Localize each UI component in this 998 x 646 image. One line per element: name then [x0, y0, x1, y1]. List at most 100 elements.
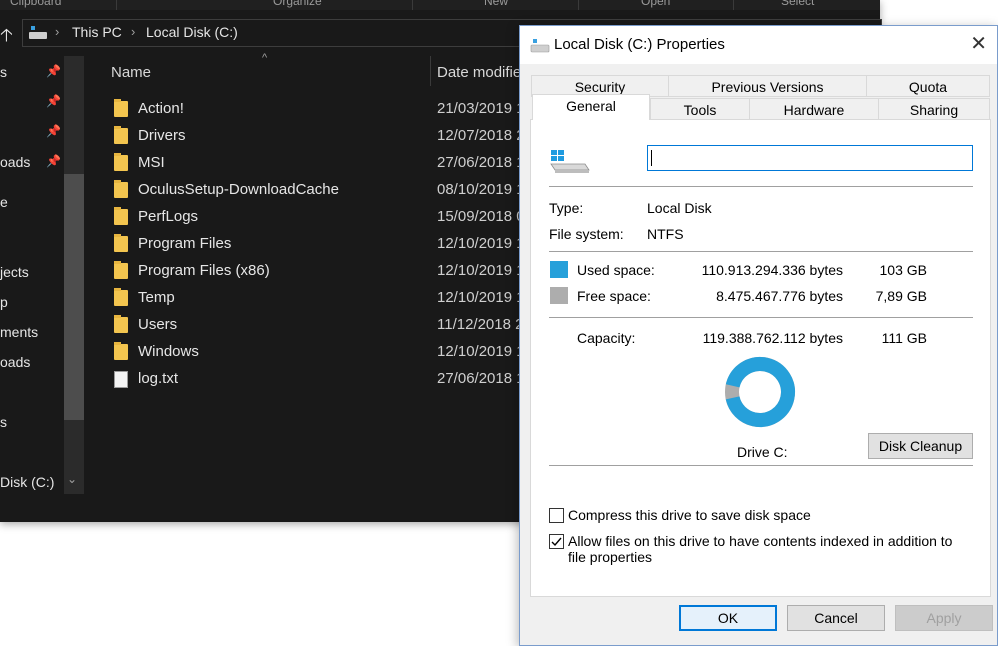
pin-icon[interactable]: 📌	[46, 124, 61, 138]
sort-ascending-caret-icon: ^	[262, 52, 268, 64]
type-value: Local Disk	[647, 200, 712, 216]
divider	[549, 317, 973, 318]
nav-item-local-disk[interactable]: Disk (C:)	[0, 474, 54, 490]
column-divider[interactable]	[430, 56, 431, 86]
ribbon-group-labels: Clipboard Organize New Open Select	[0, 0, 880, 10]
file-date-modified: 11/12/2018 2	[437, 316, 524, 333]
used-space-swatch	[550, 261, 568, 278]
pin-icon[interactable]: 📌	[46, 64, 61, 78]
ribbon-group-organize: Organize	[273, 0, 322, 8]
drive-name-input[interactable]	[647, 145, 973, 171]
nav-item[interactable]: p	[0, 294, 8, 310]
column-header-date[interactable]: Date modified	[437, 64, 530, 81]
breadcrumb-this-pc[interactable]: This PC	[72, 24, 122, 40]
file-name: Users	[138, 316, 178, 333]
apply-button[interactable]: Apply	[895, 605, 993, 631]
properties-dialog: Local Disk (C:) Properties ✕ Security Pr…	[519, 25, 998, 646]
folder-icon	[114, 288, 128, 306]
file-name: Windows	[138, 343, 199, 360]
nav-item[interactable]: s	[0, 64, 7, 80]
dialog-title-bar[interactable]: Local Disk (C:) Properties ✕	[520, 26, 997, 64]
nav-item[interactable]: ments	[0, 324, 38, 340]
nav-item[interactable]: oads	[0, 354, 30, 370]
breadcrumb-chevron-icon: ›	[55, 24, 60, 39]
file-row[interactable]: Program Files 12/10/2019 1	[86, 231, 525, 258]
tab-hardware[interactable]: Hardware	[749, 98, 879, 120]
free-space-label: Free space:	[577, 288, 651, 304]
tab-general[interactable]: General	[532, 94, 650, 120]
file-date-modified: 27/06/2018 1	[437, 154, 525, 171]
nav-item[interactable]: e	[0, 194, 8, 210]
tab-sharing[interactable]: Sharing	[878, 98, 990, 120]
type-label: Type:	[549, 200, 584, 216]
file-row[interactable]: log.txt 27/06/2018 1	[86, 366, 525, 393]
nav-item[interactable]: jects	[0, 264, 29, 280]
pin-icon[interactable]: 📌	[46, 154, 61, 168]
file-row[interactable]: Drivers 12/07/2018 2	[86, 123, 525, 150]
folder-icon	[114, 315, 128, 333]
ok-button[interactable]: OK	[679, 605, 777, 631]
column-header-name[interactable]: Name	[111, 64, 151, 81]
folder-icon	[114, 207, 128, 225]
tab-quota[interactable]: Quota	[866, 75, 990, 97]
free-space-swatch	[550, 287, 568, 304]
file-date-modified: 27/06/2018 1	[437, 370, 525, 387]
folder-icon	[114, 180, 128, 198]
pin-icon[interactable]: 📌	[46, 94, 61, 108]
file-date-modified: 21/03/2019 1	[437, 100, 525, 117]
nav-item[interactable]: s	[0, 414, 7, 430]
file-name: PerfLogs	[138, 208, 199, 225]
folder-icon	[114, 153, 128, 171]
file-date-modified: 12/10/2019 1	[437, 289, 525, 306]
file-name: Temp	[138, 289, 175, 306]
drive-icon	[530, 39, 550, 53]
folder-icon	[114, 234, 128, 252]
breadcrumb-local-disk[interactable]: Local Disk (C:)	[146, 24, 238, 40]
file-row[interactable]: Program Files (x86) 12/10/2019 1	[86, 258, 525, 285]
drive-large-icon	[550, 150, 590, 173]
tab-previous-versions[interactable]: Previous Versions	[668, 75, 867, 97]
file-row[interactable]: PerfLogs 15/09/2018 0	[86, 204, 525, 231]
file-date-modified: 12/10/2019 1	[437, 235, 525, 252]
capacity-gb: 111 GB	[881, 330, 927, 346]
tab-tools[interactable]: Tools	[650, 98, 750, 120]
file-row[interactable]: MSI 27/06/2018 1	[86, 150, 525, 177]
file-date-modified: 12/10/2019 1	[437, 262, 525, 279]
file-system-label: File system:	[549, 226, 624, 242]
index-files-checkbox[interactable]	[549, 534, 564, 549]
ribbon-group-new: New	[484, 0, 509, 8]
cancel-button[interactable]: Cancel	[787, 605, 885, 631]
general-tab-panel: Type: Local Disk File system: NTFS Used …	[530, 119, 991, 597]
capacity-label: Capacity:	[577, 330, 636, 346]
file-row[interactable]: OculusSetup-DownloadCache 08/10/2019 1	[86, 177, 525, 204]
file-date-modified: 08/10/2019 1	[437, 181, 525, 198]
folder-icon	[114, 261, 128, 279]
folder-icon	[114, 126, 128, 144]
file-name: log.txt	[138, 370, 179, 387]
file-system-value: NTFS	[647, 226, 684, 242]
text-file-icon	[114, 371, 128, 388]
ribbon-group-select: Select	[781, 0, 815, 8]
up-arrow-icon[interactable]: 🡡	[0, 23, 13, 53]
compress-drive-label[interactable]: Compress this drive to save disk space	[568, 507, 811, 523]
disk-cleanup-button[interactable]: Disk Cleanup	[868, 433, 973, 459]
index-files-label[interactable]: Allow files on this drive to have conten…	[568, 533, 968, 565]
file-name: OculusSetup-DownloadCache	[138, 181, 339, 198]
breadcrumb-chevron-icon: ›	[131, 24, 136, 39]
divider	[549, 251, 973, 252]
file-row[interactable]: Windows 12/10/2019 1	[86, 339, 525, 366]
folder-icon	[114, 99, 128, 117]
compress-drive-checkbox[interactable]	[549, 508, 564, 523]
divider	[549, 186, 973, 187]
file-list: ^ Name Date modified Action! 21/03/2019 1…	[86, 52, 530, 492]
navigation-pane: s 📌 📌 📌 oads 📌 e jects p ments oads s Di…	[0, 56, 86, 496]
checkmark-icon	[551, 537, 562, 547]
used-space-gb: 103 GB	[879, 262, 927, 278]
nav-item[interactable]: oads	[0, 154, 30, 170]
file-name: Program Files (x86)	[138, 262, 270, 279]
file-row[interactable]: Users 11/12/2018 2	[86, 312, 524, 339]
file-row[interactable]: Action! 21/03/2019 1	[86, 96, 525, 123]
file-row[interactable]: Temp 12/10/2019 1	[86, 285, 525, 312]
disk-usage-donut-chart	[725, 357, 795, 427]
close-icon[interactable]: ✕	[970, 32, 987, 56]
